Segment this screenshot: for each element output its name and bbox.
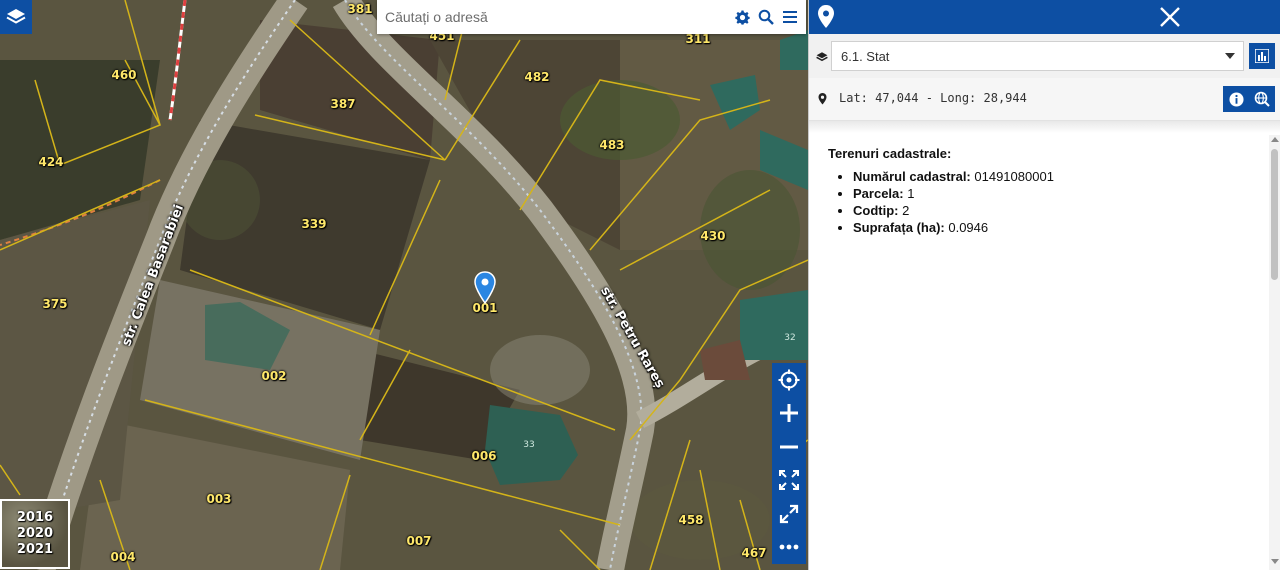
parcel-number[interactable]: 483 [599,138,624,152]
feature-info: Terenuri cadastrale: Numărul cadastral: … [828,146,1054,236]
layer-selector-row: 6.1. Stat [809,34,1280,78]
parcel-number[interactable]: 482 [524,70,549,84]
scroll-up-arrow-icon[interactable] [1271,137,1279,142]
map-view[interactable]: str. Calea Basarabiei str. Petru Rareș 3… [0,0,808,570]
aerial-imagery [0,0,808,570]
zoom-to-location-button[interactable] [1249,86,1275,112]
attribute-value: 2 [902,203,910,218]
plus-icon [780,404,798,423]
year-option[interactable]: 2020 [17,526,53,542]
zoom-extent-icon [779,470,799,491]
coordinates-text: Lat: 47,044 - Long: 28,944 [839,91,1027,105]
map-pin-icon [818,5,834,28]
parcel-number[interactable]: 381 [347,2,372,16]
parcel-number[interactable]: 339 [301,217,326,231]
layer-dropdown-value: 6.1. Stat [841,48,890,64]
parcel-number[interactable]: 007 [406,534,431,548]
layers-toggle-button[interactable] [0,0,32,34]
parcel-number[interactable]: 467 [741,546,766,560]
layers-icon [816,52,828,62]
search-button[interactable] [754,0,778,34]
attribute-item: Suprafața (ha): 0.0946 [853,219,1054,236]
panel-header [809,0,1280,34]
info-icon [1228,91,1244,107]
attribute-item: Parcela: 1 [853,185,1054,202]
info-panel: 6.1. Stat Lat: 47,044 - Long: 28,944 Ter… [808,0,1280,570]
globe-search-icon [1254,91,1270,107]
menu-button[interactable] [778,0,802,34]
attribute-label: Parcela: [853,186,904,201]
divider [809,121,1280,133]
map-pin-icon [818,93,827,105]
attribute-label: Numărul cadastral: [853,169,971,184]
search-bar [377,0,806,34]
attribute-label: Suprafața (ha): [853,220,945,235]
location-marker-icon[interactable] [474,271,496,305]
close-icon[interactable] [1158,5,1182,29]
parcel-number[interactable]: 003 [206,492,231,506]
parcel-number[interactable]: 002 [261,369,286,383]
house-number: 32 [784,333,796,343]
year-option[interactable]: 2016 [17,510,53,526]
imagery-year-selector[interactable]: 2016 2020 2021 [0,499,70,569]
zoom-extent-button[interactable] [772,464,806,498]
map-controls [772,363,806,564]
minus-icon [780,445,798,449]
attribute-item: Numărul cadastral: 01491080001 [853,168,1054,185]
parcel-number[interactable]: 311 [685,32,710,46]
parcel-number[interactable]: 387 [330,97,355,111]
statistics-button[interactable] [1249,43,1275,69]
house-number: 33 [523,440,535,450]
panel-scrollbar[interactable] [1269,135,1280,570]
caret-down-icon [1225,53,1235,59]
attribute-list: Numărul cadastral: 01491080001 Parcela: … [828,168,1054,236]
attribute-value: 01491080001 [974,169,1054,184]
zoom-out-button[interactable] [772,430,806,464]
locate-me-button[interactable] [772,363,806,397]
expand-icon [779,504,799,523]
layers-icon [6,9,26,24]
parcel-number[interactable]: 375 [42,297,67,311]
coordinate-actions [1223,86,1275,112]
search-input[interactable] [377,2,730,32]
coordinates-row: Lat: 47,044 - Long: 28,944 [809,78,1280,121]
info-button[interactable] [1223,86,1249,112]
fullscreen-button[interactable] [772,497,806,531]
crosshair-icon [778,369,800,391]
attribute-label: Codtip: [853,203,899,218]
parcel-number[interactable]: 424 [38,155,63,169]
parcel-number[interactable]: 430 [700,229,725,243]
gear-icon [734,9,750,25]
zoom-in-button[interactable] [772,397,806,431]
attribute-item: Codtip: 2 [853,202,1054,219]
scroll-down-arrow-icon[interactable] [1271,559,1279,564]
parcel-number[interactable]: 460 [111,68,136,82]
hamburger-menu-icon [783,11,797,23]
search-icon [758,9,774,25]
more-options-button[interactable] [772,531,806,565]
parcel-number[interactable]: 004 [110,550,135,564]
year-option[interactable]: 2021 [17,542,53,558]
info-title: Terenuri cadastrale: [828,146,952,161]
parcel-number[interactable]: 458 [678,513,703,527]
parcel-number[interactable]: 006 [471,449,496,463]
bar-chart-icon [1255,49,1269,63]
settings-button[interactable] [730,0,754,34]
attribute-value: 0.0946 [948,220,989,235]
more-dots-icon [779,544,799,550]
attribute-value: 1 [907,186,915,201]
scrollbar-thumb[interactable] [1271,149,1278,280]
layer-dropdown[interactable]: 6.1. Stat [831,41,1244,71]
